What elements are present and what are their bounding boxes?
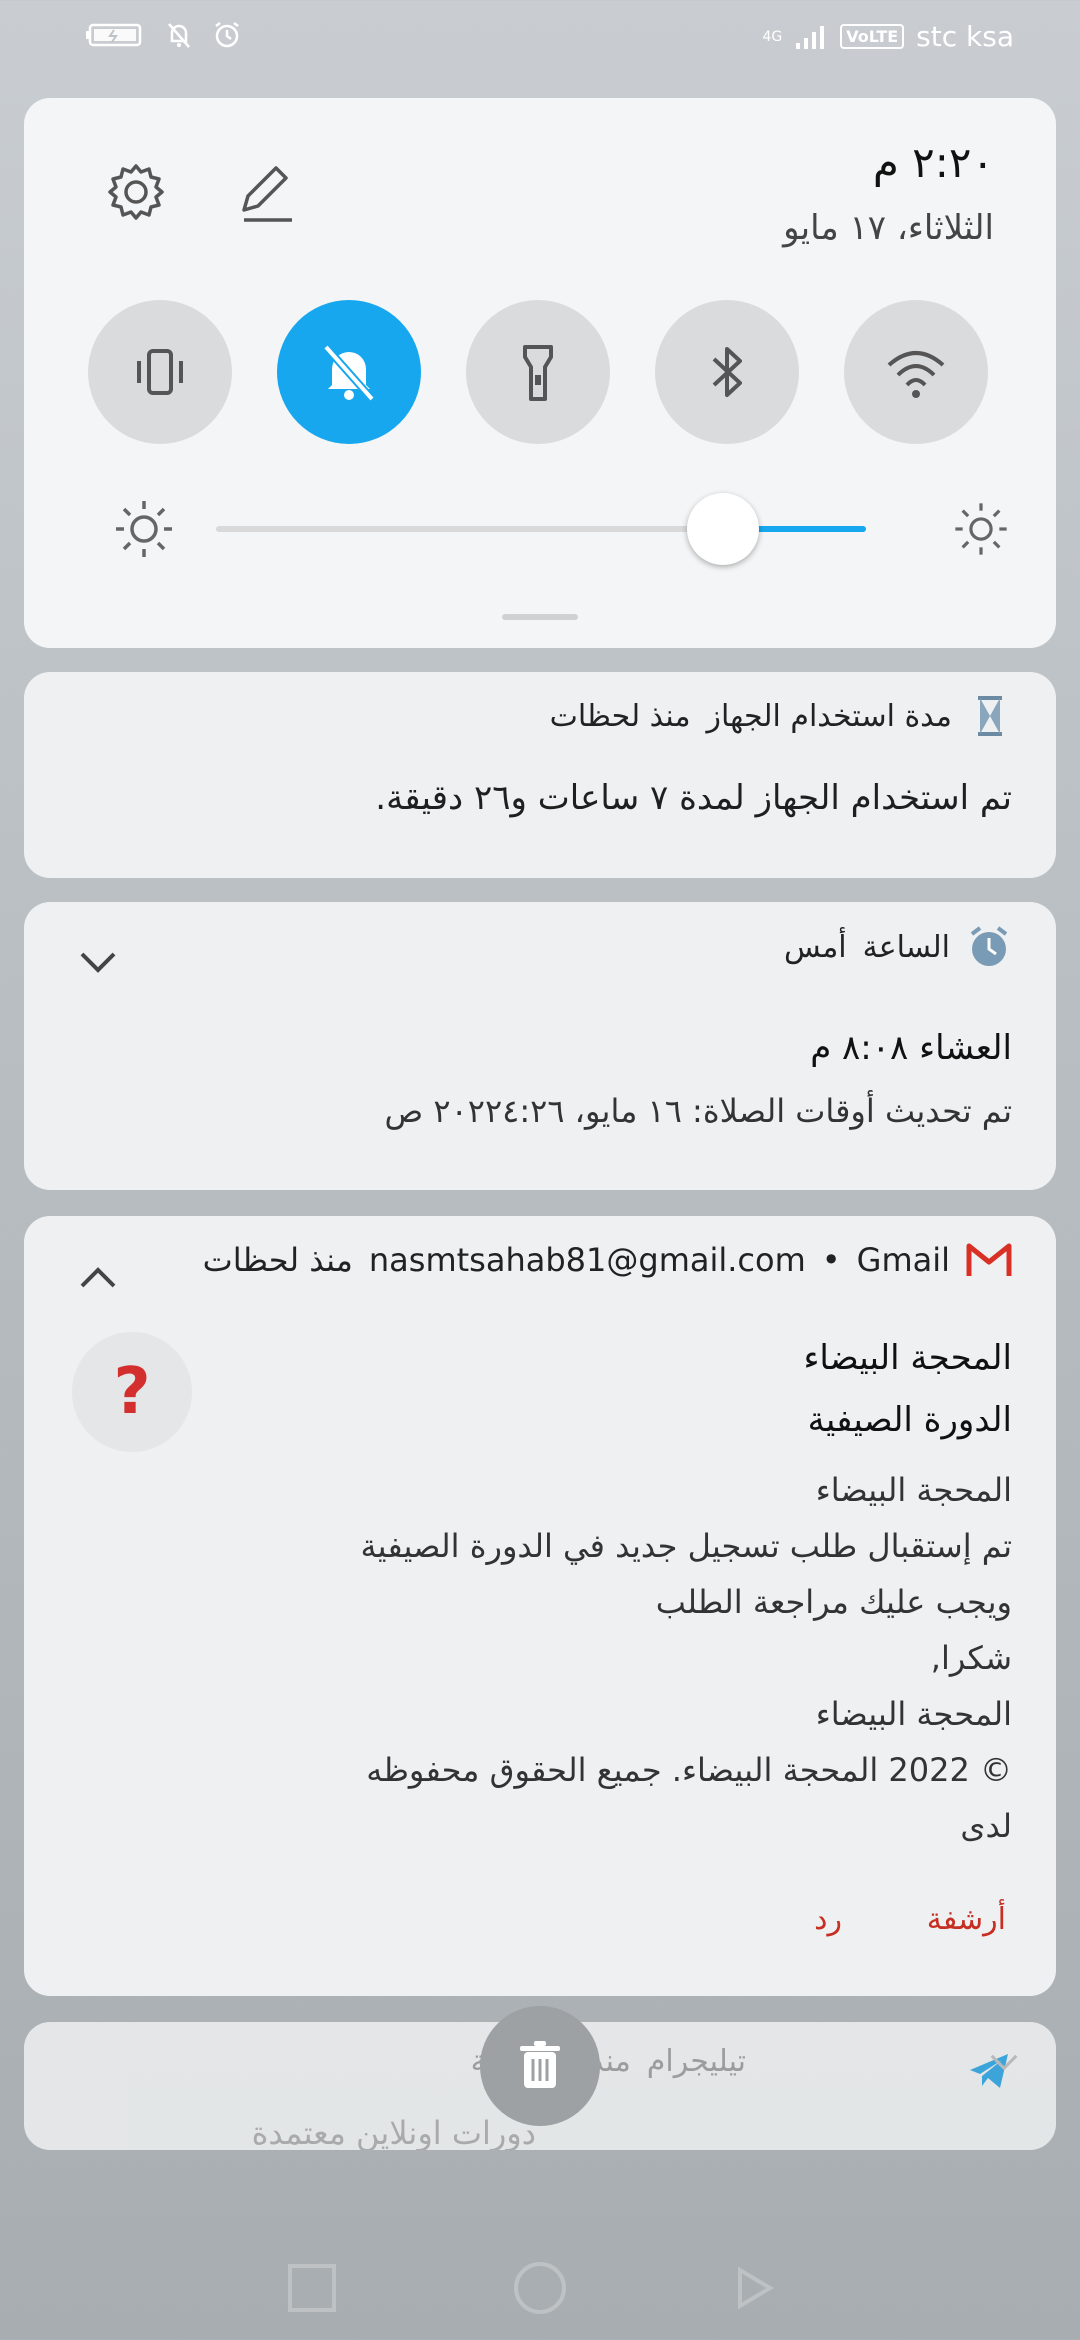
- archive-button[interactable]: أرشفة: [927, 1902, 1006, 1937]
- clock-date: الثلاثاء، ١٧ مايو: [783, 208, 994, 248]
- notification-app-name: مدة استخدام الجهاز: [706, 698, 952, 734]
- chevron-down-icon[interactable]: [984, 2042, 1024, 2082]
- status-right-icons: 4G VoLTE stc ksa: [763, 20, 1014, 53]
- hourglass-icon: [978, 696, 1002, 736]
- status-left-icons: [86, 20, 242, 50]
- battery-icon: [86, 23, 142, 47]
- tile-vibrate[interactable]: [88, 300, 232, 444]
- panel-drag-handle[interactable]: [502, 614, 578, 620]
- bluetooth-icon: [712, 347, 742, 397]
- back-icon: [738, 2266, 774, 2310]
- volte-badge: VoLTE: [840, 24, 905, 49]
- notification-body: تم تحديث أوقات الصلاة: ١٦ مايو، ٢٠٢٢٤:٢٦…: [384, 1092, 1012, 1130]
- tile-bluetooth[interactable]: [655, 300, 799, 444]
- email-subject: الدورة الصيفية: [807, 1400, 1012, 1440]
- email-line: شكرا,: [930, 1639, 1012, 1677]
- vibrate-icon: [137, 349, 183, 395]
- clear-all-button[interactable]: [480, 2006, 600, 2126]
- flashlight-icon: [523, 345, 553, 401]
- tile-flashlight[interactable]: [466, 300, 610, 444]
- notification-body: دورات اونلاين معتمدة: [251, 2114, 536, 2150]
- notification-header: Gmail • nasmtsahab81@gmail.com منذ لحظات: [203, 1240, 1012, 1280]
- nav-icons: [288, 2262, 774, 2314]
- network-type: 4G: [762, 28, 783, 45]
- alarm-clock-icon: [970, 926, 1008, 966]
- email-preview: المحجة البيضاء تم إستقبال طلب تسجيل جديد…: [361, 1462, 1013, 1854]
- notification-body: تم استخدام الجهاز لمدة ٧ ساعات و٢٦ دقيقة…: [375, 778, 1012, 818]
- email-sender: المحجة البيضاء: [803, 1338, 1012, 1378]
- carrier-name: stc ksa: [916, 20, 1014, 53]
- notification-device-usage[interactable]: مدة استخدام الجهاز منذ لحظات تم استخدام …: [24, 672, 1056, 878]
- status-bar: 4G VoLTE stc ksa: [0, 0, 1080, 84]
- notification-app-name: تيليجرام: [646, 2044, 746, 2079]
- email-line: © 2022 المحجة البيضاء. جميع الحقوق محفوظ…: [366, 1751, 1012, 1789]
- gmail-icon: [966, 1243, 1012, 1276]
- notification-time: أمس: [783, 929, 847, 965]
- reply-button[interactable]: رد: [814, 1902, 842, 1937]
- email-line: المحجة البيضاء: [815, 1695, 1012, 1733]
- clock-time: ٢:٢٠ م: [872, 138, 994, 187]
- notification-app-name: الساعة: [862, 929, 950, 965]
- alarm-icon: [215, 22, 239, 48]
- email-line: تم إستقبال طلب تسجيل جديد في الدورة الصي…: [360, 1527, 1013, 1565]
- brightness-slider[interactable]: [216, 493, 866, 565]
- settings-gear-icon[interactable]: [100, 156, 172, 228]
- header-separator: •: [821, 1241, 841, 1279]
- chevron-down-icon[interactable]: [72, 936, 124, 988]
- home-icon: [514, 2262, 566, 2314]
- brightness-slider-thumb[interactable]: [687, 493, 759, 565]
- notification-header: مدة استخدام الجهاز منذ لحظات: [550, 694, 1012, 738]
- notification-account: nasmtsahab81@gmail.com: [368, 1241, 806, 1279]
- notification-time: منذ لحظات: [549, 698, 691, 734]
- notification-app-name: Gmail: [856, 1241, 950, 1279]
- chevron-up-icon[interactable]: [72, 1252, 124, 1304]
- bell-off-icon: [323, 344, 375, 402]
- trash-icon: [520, 2041, 560, 2088]
- sender-avatar: ?: [72, 1332, 192, 1452]
- tile-wifi[interactable]: [844, 300, 988, 444]
- wifi-icon: [887, 351, 945, 398]
- navigation-bar: [0, 2240, 1080, 2340]
- muted-bell-icon: [168, 23, 190, 48]
- brightness-low-icon: [116, 501, 172, 557]
- quick-settings-panel: ٢:٢٠ م الثلاثاء، ١٧ مايو: [24, 98, 1056, 648]
- notification-title: العشاء ٨:٠٨ م: [810, 1028, 1012, 1068]
- notification-gmail[interactable]: Gmail • nasmtsahab81@gmail.com منذ لحظات…: [24, 1216, 1056, 1996]
- notification-header: الساعة أمس: [784, 924, 1012, 970]
- email-line: المحجة البيضاء: [815, 1471, 1012, 1509]
- email-line: لدى: [960, 1807, 1012, 1845]
- edit-pencil-icon[interactable]: [230, 156, 302, 228]
- email-line: ويجب عليك مراجعة الطلب: [655, 1583, 1012, 1621]
- brightness-high-icon: [955, 503, 1007, 555]
- tile-do-not-disturb[interactable]: [277, 300, 421, 444]
- signal-icon: [796, 25, 825, 49]
- notification-time: منذ لحظات: [202, 1241, 353, 1279]
- recents-icon: [288, 2264, 336, 2312]
- notification-clock[interactable]: الساعة أمس العشاء ٨:٠٨ م تم تحديث أوقات …: [24, 902, 1056, 1190]
